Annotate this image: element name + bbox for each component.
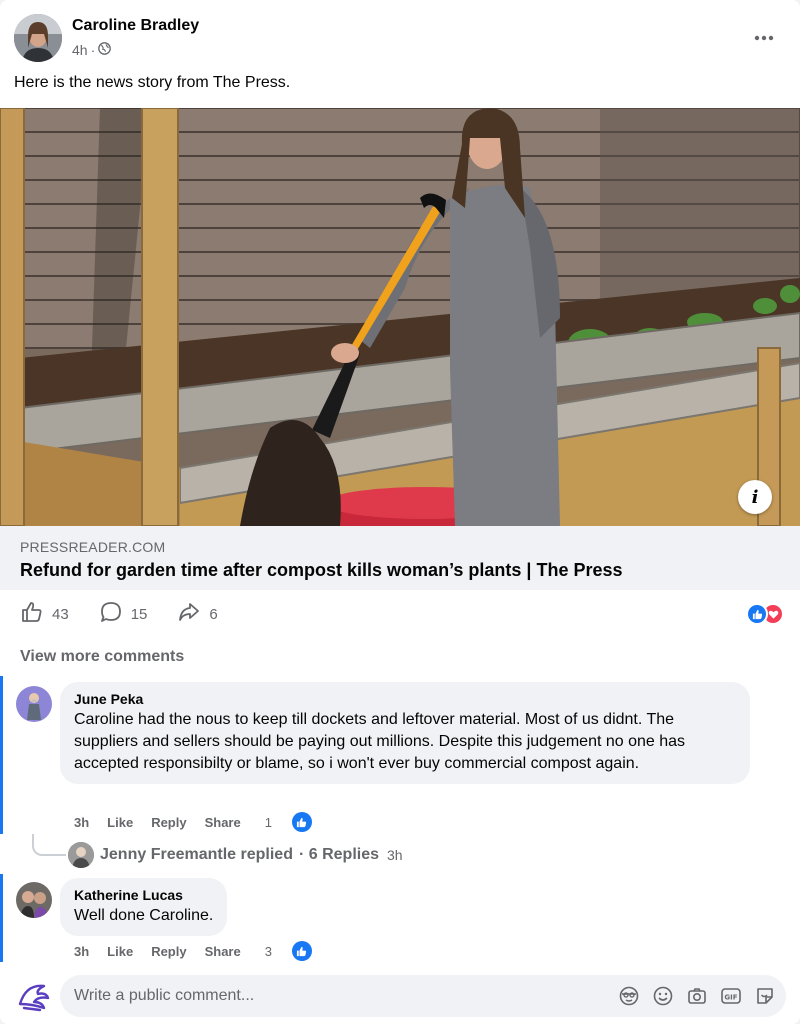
comment-actions: 3h Like Reply Share 1	[74, 812, 312, 832]
comment-text: Caroline had the nous to keep till docke…	[74, 711, 686, 772]
comment-text: Well done Caroline.	[74, 907, 214, 924]
link-preview-image[interactable]: i	[0, 108, 800, 526]
thread-indicator	[0, 874, 3, 962]
comment-time[interactable]: 3h	[74, 944, 89, 959]
like-reaction-icon	[291, 941, 312, 961]
reply-author: Jenny Freemantle replied	[100, 846, 293, 863]
comment-reply-button[interactable]: Reply	[151, 944, 186, 959]
post-card: Caroline Bradley 4h · Here is the news s…	[0, 0, 800, 1024]
commenter-name[interactable]: Katherine Lucas	[74, 887, 213, 903]
reply-connector	[32, 834, 66, 856]
commenter-name[interactable]: June Peka	[74, 691, 736, 707]
comment-input-tools: GIF	[618, 985, 776, 1007]
like-reaction-icon	[291, 812, 312, 832]
info-button[interactable]: i	[738, 480, 772, 514]
info-icon: i	[751, 486, 759, 508]
comment-bubble-icon	[99, 600, 123, 628]
comment-reaction-count[interactable]: 3	[265, 941, 312, 961]
comment-reaction-number: 3	[264, 943, 272, 959]
commenter-avatar[interactable]	[16, 686, 52, 722]
link-title[interactable]: Refund for garden time after compost kil…	[20, 560, 623, 581]
share-count: 6	[209, 605, 218, 623]
comment-reaction-number: 1	[264, 814, 272, 830]
post-text: Here is the news story from The Press.	[14, 74, 291, 91]
comment-reply-button[interactable]: Reply	[151, 815, 186, 830]
comment-like-button[interactable]: Like	[107, 815, 133, 830]
globe-icon	[98, 42, 112, 58]
commenter-avatar[interactable]	[16, 882, 52, 918]
comment-share-button[interactable]: Share	[205, 944, 241, 959]
more-options-icon[interactable]	[750, 26, 778, 50]
post-header: Caroline Bradley 4h ·	[14, 14, 786, 64]
sticker-face-icon[interactable]	[618, 985, 640, 1007]
gif-icon[interactable]: GIF	[720, 985, 742, 1007]
comment-actions: 3h Like Reply Share 3	[74, 941, 312, 961]
like-count: 43	[52, 605, 69, 623]
emoji-icon[interactable]	[652, 985, 674, 1007]
post-actions: 43 15 6	[20, 600, 248, 628]
comment-share-button[interactable]: Share	[205, 815, 241, 830]
share-button[interactable]: 6	[177, 600, 218, 628]
comment-count: 15	[130, 605, 148, 623]
author-avatar[interactable]	[14, 14, 62, 62]
link-domain: PRESSREADER.COM	[20, 539, 166, 555]
camera-icon[interactable]	[686, 985, 708, 1007]
like-reaction-icon	[746, 603, 768, 625]
comment-reaction-count[interactable]: 1	[265, 812, 312, 832]
write-comment-row: GIF	[0, 972, 800, 1020]
reply-count: · 6 Replies	[298, 846, 379, 863]
view-replies[interactable]: Jenny Freemantle replied · 6 Replies 3h	[68, 842, 403, 868]
thumbs-up-icon	[20, 600, 44, 628]
thread-indicator	[0, 676, 3, 834]
current-user-avatar[interactable]	[14, 978, 52, 1016]
meta-separator: ·	[90, 42, 96, 58]
comment-time[interactable]: 3h	[74, 815, 89, 830]
comment-like-button[interactable]: Like	[107, 944, 133, 959]
reply-avatar	[68, 842, 94, 868]
comment-bubble: Katherine Lucas Well done Caroline.	[60, 878, 228, 936]
view-more-comments[interactable]: View more comments	[20, 648, 184, 666]
sticker-icon[interactable]	[754, 985, 776, 1007]
link-preview[interactable]: PRESSREADER.COM Refund for garden time a…	[0, 526, 800, 590]
post-time[interactable]: 4h	[72, 42, 88, 58]
post-meta: 4h ·	[72, 42, 112, 58]
reply-time: 3h	[387, 847, 403, 863]
svg-text:GIF: GIF	[724, 994, 737, 1002]
reaction-summary[interactable]	[746, 603, 784, 625]
like-button[interactable]: 43	[20, 600, 69, 628]
author-name[interactable]: Caroline Bradley	[72, 17, 199, 35]
comment-button[interactable]: 15	[99, 600, 148, 628]
share-arrow-icon	[177, 600, 201, 628]
comment-bubble: June Peka Caroline had the nous to keep …	[60, 682, 750, 784]
